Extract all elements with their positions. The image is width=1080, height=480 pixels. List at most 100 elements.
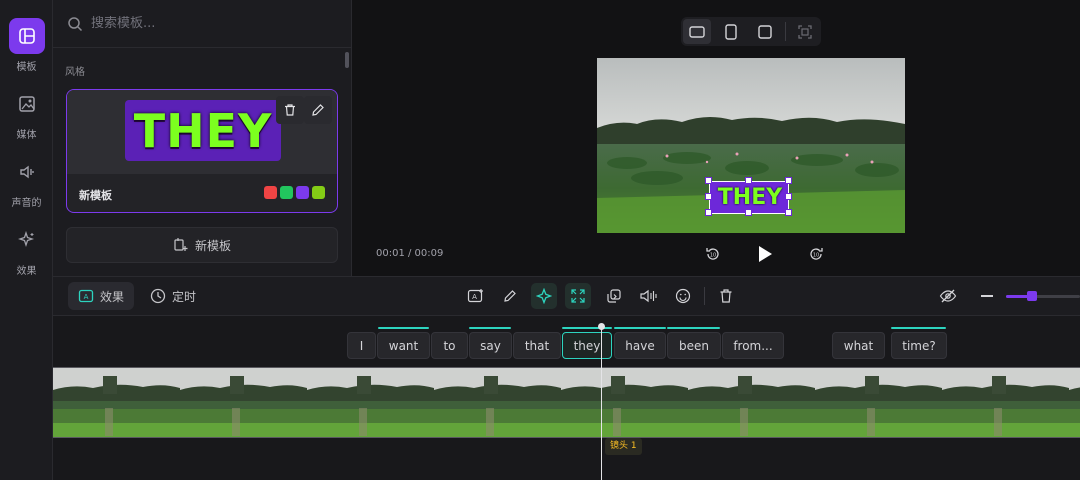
- resize-handle-bottom-right[interactable]: [785, 209, 792, 216]
- word-chip[interactable]: to: [431, 332, 468, 359]
- focus-frame-icon: [798, 24, 812, 39]
- zoom-slider[interactable]: [1006, 291, 1080, 301]
- timecode: 00:01 / 00:09: [376, 248, 444, 259]
- rail-item-effects[interactable]: 效果: [0, 222, 53, 277]
- video-preview[interactable]: THEY: [597, 58, 905, 233]
- rail-item-media[interactable]: 媒体: [0, 86, 53, 141]
- expand-icon: [571, 289, 585, 303]
- audio-effect-button[interactable]: [635, 283, 661, 309]
- swatch-2[interactable]: [280, 186, 293, 199]
- emoji-button[interactable]: [670, 283, 696, 309]
- play-button[interactable]: [753, 242, 777, 266]
- search-bar: [53, 0, 352, 48]
- search-icon: [67, 16, 83, 32]
- svg-text:A: A: [84, 293, 89, 301]
- swatch-4[interactable]: [312, 186, 325, 199]
- word-chip[interactable]: been: [667, 332, 721, 359]
- shot-label: 镜头 1: [605, 438, 642, 455]
- word-chip[interactable]: I: [347, 332, 376, 359]
- trash-icon: [720, 289, 732, 303]
- magic-button[interactable]: [531, 283, 557, 309]
- rewind-10-button[interactable]: 10: [701, 242, 725, 266]
- swatch-1[interactable]: [264, 186, 277, 199]
- swatch-3[interactable]: [296, 186, 309, 199]
- playhead[interactable]: [601, 326, 602, 480]
- template-preview: THEY: [67, 90, 337, 174]
- delete-button[interactable]: [713, 283, 739, 309]
- playhead-handle[interactable]: [598, 323, 605, 330]
- video-track[interactable]: [53, 367, 1080, 438]
- zoom-slider-handle[interactable]: [1026, 291, 1037, 301]
- swap-icon: [607, 289, 621, 303]
- word-chip[interactable]: from...: [722, 332, 784, 359]
- zoom-out-button[interactable]: [974, 283, 1000, 309]
- panel-scrollbar[interactable]: [345, 52, 349, 68]
- new-template-label: 新模板: [194, 238, 231, 253]
- rail-label-templates: 模板: [16, 62, 37, 73]
- word-chip[interactable]: say: [469, 332, 512, 359]
- tab-timing[interactable]: 定时: [140, 282, 206, 310]
- resize-handle-top-right[interactable]: [785, 177, 792, 184]
- media-icon: [9, 86, 45, 122]
- svg-text:10: 10: [813, 253, 819, 259]
- svg-text:A: A: [472, 293, 477, 301]
- template-preview-text: THEY: [133, 103, 273, 158]
- fit-frame-button[interactable]: [791, 19, 819, 44]
- timeline: I want to say that they have been from..…: [53, 316, 1080, 480]
- rail-item-audio[interactable]: 声音的: [0, 154, 53, 209]
- hide-button[interactable]: [935, 283, 961, 309]
- rail-label-effects: 效果: [16, 266, 37, 277]
- left-rail: 模板 媒体 声音的 效果: [0, 0, 53, 480]
- rail-label-media: 媒体: [16, 130, 37, 141]
- word-bar-want: [378, 327, 429, 329]
- new-template-icon: [174, 238, 188, 251]
- aspect-ratio-group: [681, 17, 821, 46]
- word-chip[interactable]: that: [513, 332, 561, 359]
- search-input[interactable]: [91, 16, 321, 31]
- forward-10-button[interactable]: 10: [804, 242, 828, 266]
- word-bar-say: [469, 327, 511, 329]
- word-bar-been: [667, 327, 720, 329]
- word-chip[interactable]: want: [377, 332, 430, 359]
- eye-off-icon: [939, 289, 957, 303]
- speaker-sparkle-icon: [640, 289, 657, 303]
- word-chip[interactable]: what: [832, 332, 885, 359]
- delete-template-button[interactable]: [276, 96, 304, 124]
- aspect-divider: [785, 22, 786, 41]
- edit-template-button[interactable]: [304, 96, 332, 124]
- resize-handle-bottom-left[interactable]: [705, 209, 712, 216]
- tab-effects[interactable]: A 效果: [68, 282, 135, 310]
- edit-button[interactable]: [497, 283, 523, 309]
- timeline-toolbar: A 效果 定时 A: [53, 276, 1080, 316]
- resize-handle-left[interactable]: [705, 193, 712, 200]
- sparkle-icon: [536, 288, 552, 304]
- minus-icon: [981, 295, 993, 297]
- video-track-thumbnails: [53, 368, 1080, 437]
- resize-handle-bottom[interactable]: [745, 209, 752, 216]
- effects-tab-icon: A: [78, 289, 94, 303]
- template-thumbnail: THEY: [125, 100, 281, 161]
- word-chip[interactable]: time?: [891, 332, 947, 359]
- resize-handle-top-left[interactable]: [705, 177, 712, 184]
- new-template-button[interactable]: 新模板: [66, 227, 338, 263]
- resize-handle-right[interactable]: [785, 193, 792, 200]
- rail-item-templates[interactable]: 模板: [0, 18, 53, 73]
- aspect-landscape-button[interactable]: [683, 19, 711, 44]
- expand-button[interactable]: [565, 283, 591, 309]
- portrait-icon: [725, 23, 737, 40]
- square-icon: [758, 24, 772, 39]
- template-swatches: [264, 186, 325, 199]
- template-card[interactable]: THEY 新模板: [66, 89, 338, 213]
- forward-icon: 10: [810, 248, 823, 260]
- tab-timing-label: 定时: [172, 289, 197, 304]
- aspect-square-button[interactable]: [751, 19, 779, 44]
- resize-handle-top[interactable]: [745, 177, 752, 184]
- replace-button[interactable]: [601, 283, 627, 309]
- effects-icon: [9, 222, 45, 258]
- add-text-button[interactable]: A: [463, 283, 489, 309]
- landscape-icon: [689, 25, 705, 38]
- word-chip-active[interactable]: they: [562, 332, 612, 359]
- word-chip[interactable]: have: [614, 332, 666, 359]
- toolbar-divider: [704, 287, 705, 305]
- aspect-portrait-button[interactable]: [717, 19, 745, 44]
